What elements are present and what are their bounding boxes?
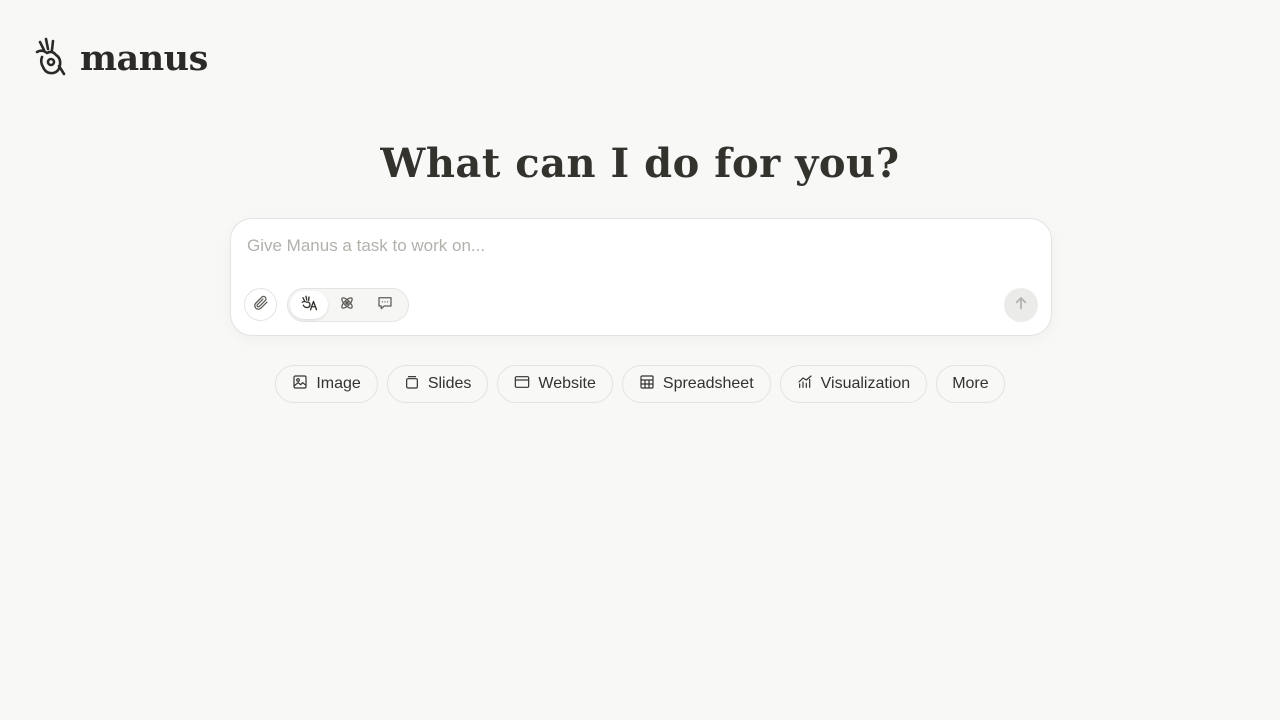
page-title: What can I do for you? [380, 140, 900, 187]
send-button[interactable] [1004, 288, 1038, 322]
quick-action-image[interactable]: Image [275, 365, 378, 403]
quick-action-label: More [952, 375, 989, 392]
brand-logo[interactable]: manus [34, 36, 208, 81]
paperclip-icon [252, 294, 269, 316]
quick-action-label: Visualization [820, 375, 911, 392]
mode-agent-button[interactable] [290, 291, 328, 319]
manus-hand-icon [34, 36, 68, 81]
quick-actions: Image Slides Website Spreadsheet Visuali… [0, 365, 1280, 403]
quick-action-visualization[interactable]: Visualization [779, 365, 928, 403]
quick-action-spreadsheet[interactable]: Spreadsheet [621, 365, 771, 403]
attach-button[interactable] [244, 288, 277, 321]
quick-action-website[interactable]: Website [497, 365, 613, 403]
quick-action-label: Website [538, 375, 596, 392]
chart-icon [797, 374, 813, 395]
quick-action-label: Spreadsheet [662, 375, 754, 392]
quick-action-label: Image [316, 375, 361, 392]
brand-name: manus [80, 38, 208, 79]
arrow-up-icon [1013, 295, 1029, 316]
mode-selector [287, 288, 409, 322]
quick-action-more[interactable]: More [936, 365, 1005, 403]
mode-research-button[interactable] [328, 291, 366, 319]
mode-chat-button[interactable] [366, 291, 404, 319]
image-icon [292, 374, 308, 395]
quick-action-slides[interactable]: Slides [386, 365, 489, 403]
task-composer [230, 218, 1052, 336]
atom-icon [338, 294, 356, 317]
agent-mode-icon [300, 294, 318, 317]
quick-action-label: Slides [427, 375, 472, 392]
slides-icon [404, 374, 420, 395]
task-input[interactable] [247, 233, 1027, 259]
table-icon [639, 374, 655, 395]
chat-bubble-icon [376, 294, 394, 317]
browser-window-icon [514, 374, 530, 395]
